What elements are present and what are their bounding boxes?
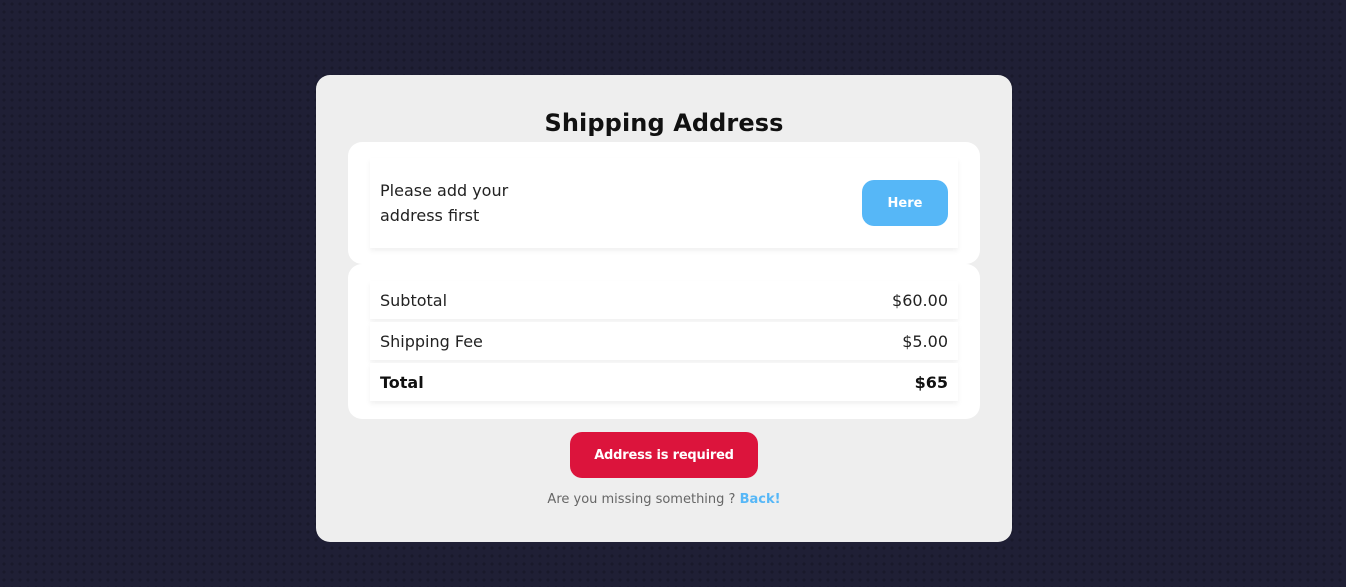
page-title: Shipping Address: [544, 109, 784, 137]
summary-row-total: Total $65: [370, 363, 958, 401]
address-panel: Please add your address first Here: [348, 142, 980, 264]
summary-row-shipping-fee: Shipping Fee $5.00: [370, 322, 958, 360]
footer-prompt: Are you missing something ?: [547, 492, 736, 507]
order-summary-panel: Subtotal $60.00 Shipping Fee $5.00 Total…: [348, 264, 980, 419]
subtotal-value: $60.00: [892, 290, 948, 310]
address-box: Please add your address first Here: [370, 158, 958, 248]
address-message: Please add your address first: [380, 181, 509, 225]
shipping-fee-label: Shipping Fee: [380, 331, 483, 351]
shipping-fee-value: $5.00: [902, 331, 948, 351]
subtotal-label: Subtotal: [380, 290, 448, 310]
shipping-card: Shipping Address Please add your address…: [316, 75, 1012, 542]
add-address-button[interactable]: Here: [862, 180, 948, 226]
footer-text: Are you missing something ? Back!: [316, 492, 1012, 507]
address-required-button[interactable]: Address is required: [570, 432, 758, 478]
total-label: Total: [380, 372, 424, 392]
total-value: $65: [914, 372, 948, 392]
summary-row-subtotal: Subtotal $60.00: [370, 281, 958, 319]
back-link[interactable]: Back!: [740, 492, 781, 507]
